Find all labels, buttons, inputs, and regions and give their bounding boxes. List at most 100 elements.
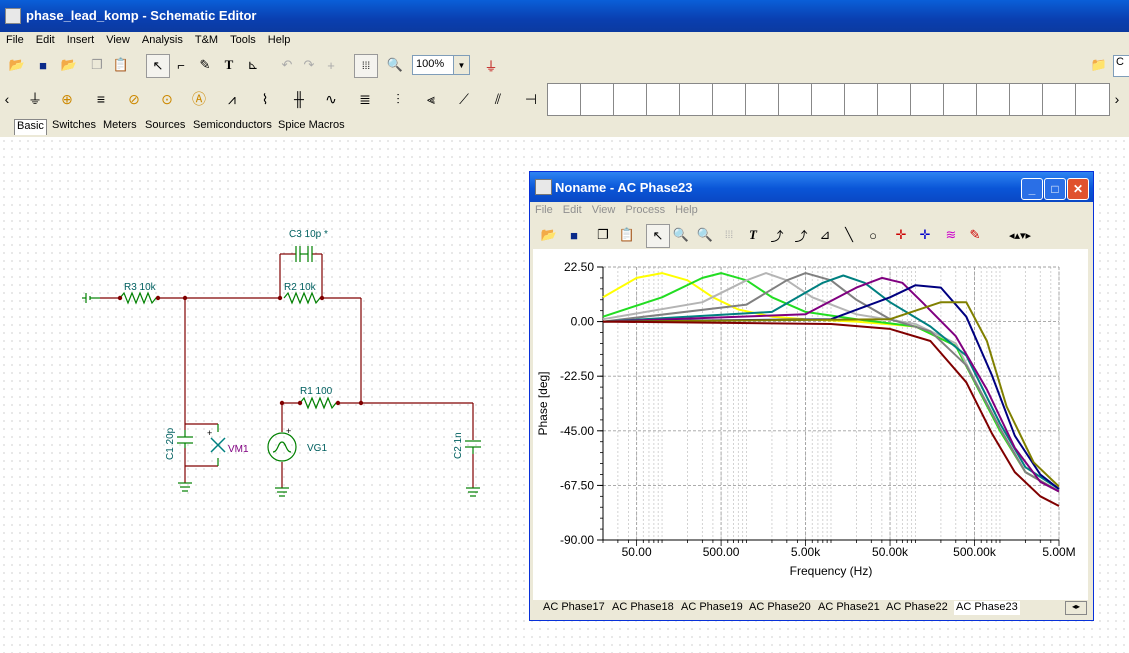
amenu-view[interactable]: View [587, 202, 621, 218]
redo-icon[interactable]: ↷ [298, 54, 320, 76]
label-curve2-icon[interactable]: ⤴ [790, 224, 812, 246]
select-arrow-icon[interactable]: ↖ [146, 54, 170, 78]
maximize-icon[interactable]: □ [1044, 178, 1066, 200]
app-title: phase_lead_komp - Schematic Editor [26, 8, 257, 23]
resistor-icon[interactable]: ⩘ [217, 85, 247, 113]
amenu-process[interactable]: Process [620, 202, 670, 218]
label-r1[interactable]: R1 100 [300, 386, 333, 397]
label-tool-icon[interactable]: ⊾ [242, 54, 264, 76]
close-icon[interactable]: ✕ [1067, 178, 1089, 200]
scroll-right-icon[interactable]: › [1110, 85, 1124, 113]
tab-spice-macros[interactable]: Spice Macros [276, 119, 347, 134]
text-tool-icon[interactable]: T [218, 54, 240, 76]
terminal-icon[interactable]: ⊣ [516, 85, 546, 113]
transformer2-icon[interactable]: ⫷ [416, 85, 446, 113]
menu-tools[interactable]: Tools [224, 32, 262, 46]
analysis-title-bar[interactable]: Noname - AC Phase23 _ □ ✕ [530, 172, 1093, 202]
tab-basic[interactable]: Basic [14, 119, 47, 135]
amenu-file[interactable]: File [530, 202, 558, 218]
tab-switches[interactable]: Switches [50, 119, 98, 134]
transformer-icon[interactable]: ≣ [350, 85, 380, 113]
right-combo[interactable]: C [1113, 55, 1129, 77]
label-curve-icon[interactable]: ⤴ [766, 224, 788, 246]
save-icon[interactable]: ■ [563, 224, 585, 246]
paste-icon[interactable]: 📋 [616, 224, 638, 246]
zoom-100-icon[interactable]: 🔍 [694, 224, 716, 246]
menu-view[interactable]: View [100, 32, 136, 46]
minimize-icon[interactable]: _ [1021, 178, 1043, 200]
save-icon[interactable]: ■ [32, 54, 54, 76]
folder-right-icon[interactable]: 📁 [1088, 54, 1110, 76]
label-c3[interactable]: C3 10p * [289, 229, 328, 240]
ground-icon[interactable]: ⏚ [20, 85, 50, 113]
label-c2[interactable]: C2 1n [453, 432, 464, 459]
empty-slot [679, 83, 714, 116]
grid-icon[interactable]: ⁞⁞⁞ [718, 224, 740, 246]
copy-icon[interactable]: ❐ [592, 224, 614, 246]
capacitor-icon[interactable]: ╫ [284, 85, 314, 113]
cursor-b-icon[interactable]: ✛ [914, 224, 936, 246]
tab-semiconductors[interactable]: Semiconductors [191, 119, 274, 134]
select-arrow-icon[interactable]: ↖ [646, 224, 670, 248]
amenu-help[interactable]: Help [670, 202, 703, 218]
label-vm1[interactable]: VM1 [228, 444, 249, 455]
tab-ac-phase22[interactable]: AC Phase22 [886, 601, 948, 615]
varistor-icon[interactable]: ⫽ [483, 85, 513, 113]
nav-arrows-icon[interactable]: ◂▴▾▸ [998, 224, 1042, 246]
battery-icon[interactable]: ≡ [86, 85, 116, 113]
label-c1[interactable]: C1 20p [165, 427, 176, 460]
zoom-icon[interactable]: 🔍 [384, 54, 406, 76]
tab-ac-phase20[interactable]: AC Phase20 [749, 601, 811, 615]
coupled-inductor-icon[interactable]: ⫶ [383, 85, 413, 113]
label-r2[interactable]: R2 10k [284, 282, 317, 293]
wire-tool-icon[interactable]: ⌐ [170, 54, 192, 76]
potentiometer-icon[interactable]: ⌇ [250, 85, 280, 113]
paste-icon[interactable]: 📋 [110, 54, 132, 76]
label-r3[interactable]: R3 10k [124, 282, 157, 293]
zoom-select[interactable]: 100% ▼ [412, 55, 470, 75]
tab-sources[interactable]: Sources [143, 119, 187, 134]
menu-file[interactable]: File [0, 32, 30, 46]
tab-meters[interactable]: Meters [101, 119, 139, 134]
voltage-source-icon[interactable]: ⊕ [52, 85, 82, 113]
tab-ac-phase19[interactable]: AC Phase19 [681, 601, 743, 615]
copy-icon[interactable]: ❐ [86, 54, 108, 76]
generator-icon[interactable]: ⊙ [152, 85, 182, 113]
line-tool-icon[interactable]: ╲ [838, 224, 860, 246]
menu-analysis[interactable]: Analysis [136, 32, 189, 46]
scroll-left-icon[interactable]: ‹ [2, 85, 12, 113]
open-project-icon[interactable]: 📂 [58, 54, 80, 76]
tab-ac-phase23[interactable]: AC Phase23 [954, 601, 1020, 615]
label-vg1[interactable]: VG1 [307, 443, 327, 454]
annotate-icon[interactable]: ⊿ [814, 224, 836, 246]
component-icon[interactable]: ⏚ [480, 54, 502, 76]
menu-tm[interactable]: T&M [189, 32, 224, 46]
tab-ac-phase18[interactable]: AC Phase18 [612, 601, 674, 615]
ammeter-icon[interactable]: Ⓐ [184, 85, 214, 113]
circle-tool-icon[interactable]: ○ [862, 224, 884, 246]
text-tool-icon[interactable]: T [742, 224, 764, 246]
amenu-edit[interactable]: Edit [558, 202, 587, 218]
pen-icon[interactable]: ✎ [194, 54, 216, 76]
marker-icon[interactable]: ✎ [964, 224, 986, 246]
undo-icon[interactable]: ↶ [276, 54, 298, 76]
curves-icon[interactable]: ≋ [940, 224, 962, 246]
empty-slot [745, 83, 780, 116]
tab-scroll-icon[interactable]: ◂▸ [1065, 601, 1087, 615]
open-folder-icon[interactable]: 📂 [538, 224, 560, 246]
empty-slot [646, 83, 681, 116]
tab-ac-phase21[interactable]: AC Phase21 [818, 601, 880, 615]
menu-help[interactable]: Help [262, 32, 297, 46]
plot-area[interactable]: 50.00 500.00 5.00k 50.00k 500.00k 5.00M 22.50 0… [533, 249, 1088, 601]
inductor-icon[interactable]: ∿ [316, 85, 346, 113]
switch-icon[interactable]: ⟋ [449, 85, 479, 113]
current-source-icon[interactable]: ⊘ [119, 85, 149, 113]
crosshair-icon[interactable]: + [320, 54, 342, 76]
open-folder-icon[interactable]: 📂 [6, 54, 28, 76]
grid-icon[interactable]: ⁞⁞⁞ [354, 54, 378, 78]
menu-edit[interactable]: Edit [30, 32, 61, 46]
tab-ac-phase17[interactable]: AC Phase17 [543, 601, 605, 615]
menu-insert[interactable]: Insert [61, 32, 101, 46]
cursor-a-icon[interactable]: ✛ [890, 224, 912, 246]
zoom-in-icon[interactable]: 🔍 [670, 224, 692, 246]
